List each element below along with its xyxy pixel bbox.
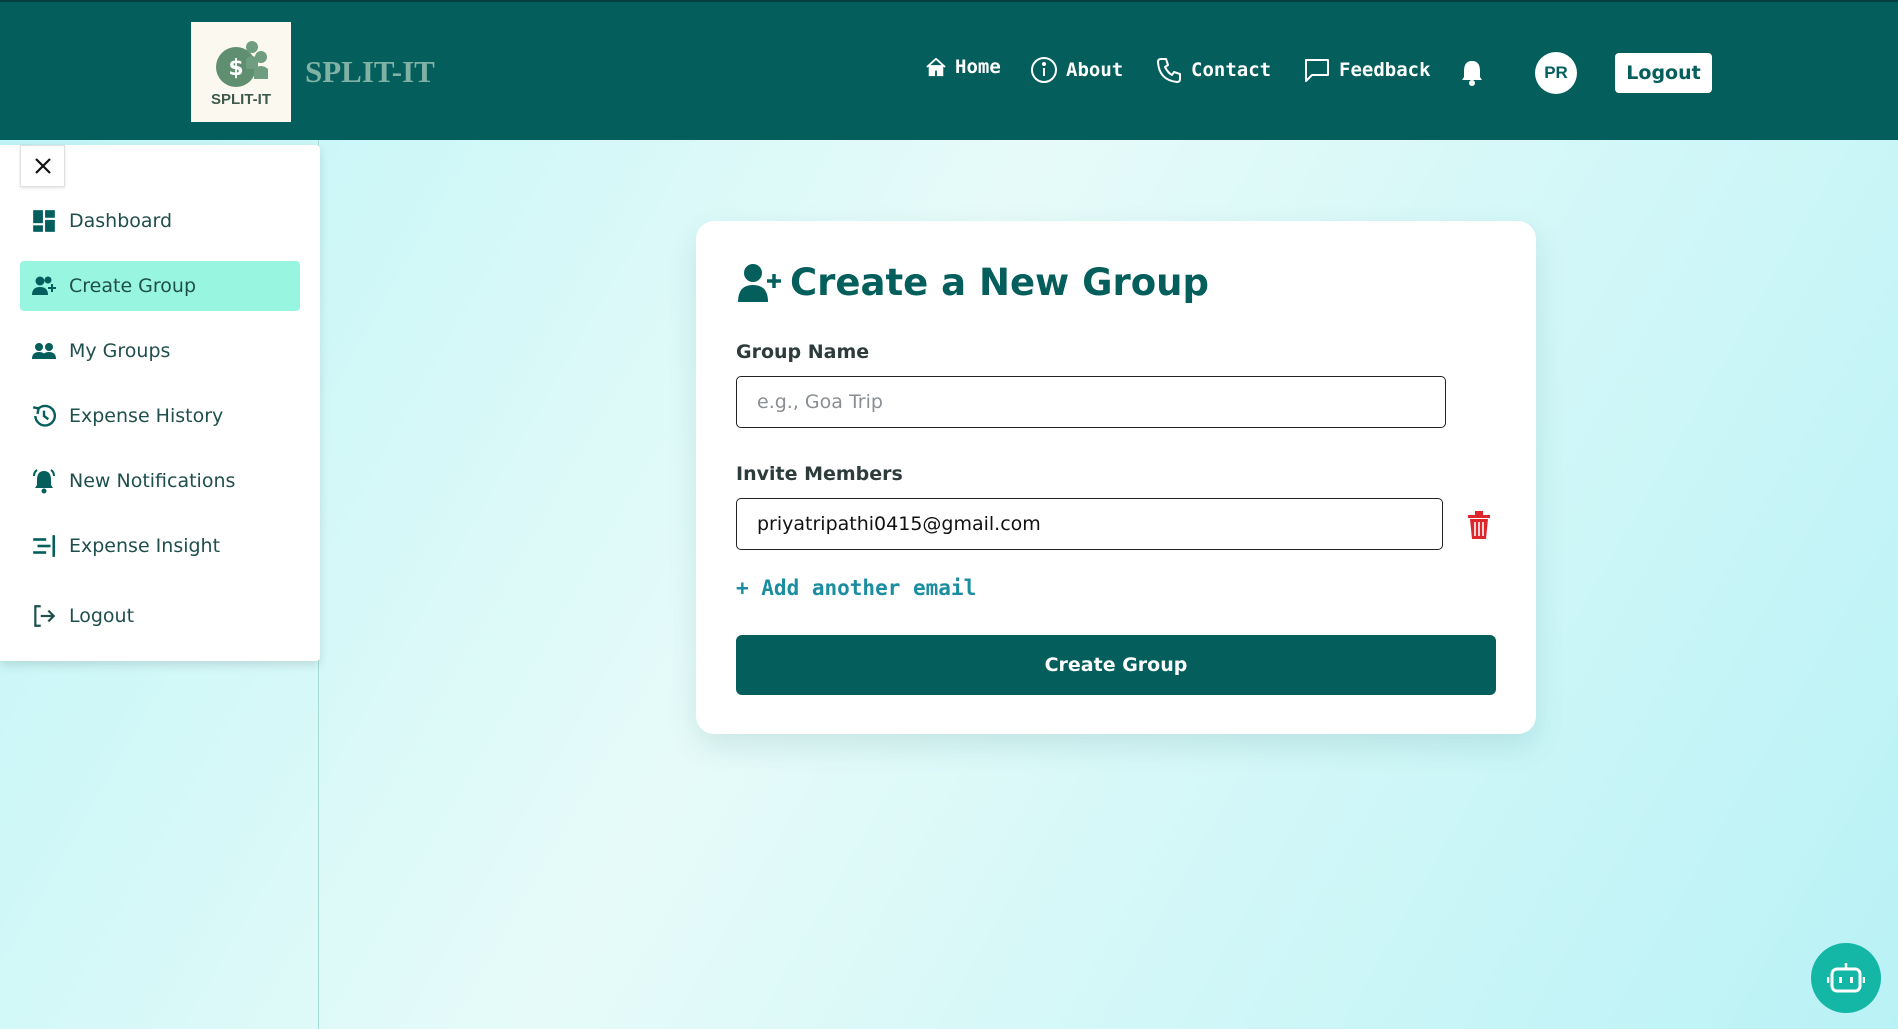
sidebar-item-dashboard[interactable]: Dashboard	[20, 196, 300, 246]
nav-home[interactable]: Home	[925, 56, 1001, 78]
header-logout-button[interactable]: Logout	[1615, 53, 1712, 93]
nav-about-label: About	[1066, 59, 1124, 81]
add-user-icon	[738, 263, 781, 302]
close-icon	[34, 158, 51, 174]
sidebar-item-label: My Groups	[69, 340, 171, 362]
create-group-button[interactable]: Create Group	[736, 635, 1496, 695]
logo-icon: $	[216, 40, 268, 87]
group-name-label: Group Name	[736, 341, 870, 363]
insight-icon	[33, 535, 56, 557]
groups-icon	[32, 343, 56, 359]
nav-feedback[interactable]: Feedback	[1303, 56, 1431, 84]
add-user-icon	[32, 276, 56, 295]
sidebar-item-label: Logout	[69, 605, 135, 627]
nav-about[interactable]: About	[1030, 56, 1123, 84]
phone-icon	[1157, 58, 1181, 83]
trash-icon	[1468, 511, 1490, 539]
bell-icon	[1462, 61, 1482, 86]
sidebar-close-button[interactable]	[20, 145, 65, 187]
app-logo[interactable]: $ SPLIT-IT	[191, 22, 291, 122]
sidebar-item-label: Expense Insight	[69, 535, 221, 557]
robot-icon	[1827, 963, 1865, 993]
nav-contact-label: Contact	[1191, 59, 1272, 81]
user-avatar[interactable]: PR	[1535, 52, 1577, 94]
sidebar: Dashboard Create Group My Groups Expense…	[0, 145, 320, 661]
sidebar-item-new-notifications[interactable]: New Notifications	[20, 456, 300, 506]
logout-icon	[34, 605, 56, 627]
chatbot-button[interactable]	[1811, 943, 1881, 1013]
delete-email-button[interactable]	[1466, 510, 1492, 545]
sidebar-item-label: Create Group	[69, 275, 197, 297]
add-email-link[interactable]: + Add another email	[736, 576, 976, 600]
create-group-card: Create a New Group Group Name e.g., Goa …	[696, 221, 1536, 734]
history-icon	[32, 404, 57, 427]
sidebar-item-label: New Notifications	[69, 470, 236, 492]
home-icon	[926, 57, 946, 77]
logo-text: SPLIT-IT	[211, 90, 271, 108]
message-icon	[1305, 59, 1329, 82]
top-header: $ SPLIT-IT SPLIT-IT Home About Contact F…	[0, 0, 1898, 140]
brand-name[interactable]: SPLIT-IT	[305, 54, 435, 90]
page-title-text: Create a New Group	[790, 261, 1209, 304]
dashboard-icon	[33, 210, 55, 232]
sidebar-item-expense-history[interactable]: Expense History	[20, 391, 300, 441]
sidebar-item-expense-insight[interactable]: Expense Insight	[20, 521, 300, 571]
notification-bell-icon	[33, 469, 55, 494]
nav-feedback-label: Feedback	[1339, 59, 1431, 81]
svg-text:$: $	[228, 56, 243, 81]
notification-bell[interactable]	[1460, 58, 1484, 91]
sidebar-item-logout[interactable]: Logout	[20, 591, 300, 641]
sidebar-item-my-groups[interactable]: My Groups	[20, 326, 300, 376]
sidebar-item-label: Expense History	[69, 405, 224, 427]
invite-members-label: Invite Members	[736, 463, 903, 485]
invite-email-field[interactable]: priyatripathi0415@gmail.com	[736, 498, 1443, 550]
nav-home-label: Home	[955, 56, 1001, 78]
sidebar-item-create-group[interactable]: Create Group	[20, 261, 300, 311]
nav-contact[interactable]: Contact	[1155, 56, 1271, 84]
group-name-input[interactable]: e.g., Goa Trip	[736, 376, 1446, 428]
page-title: Create a New Group	[736, 261, 1209, 304]
sidebar-item-label: Dashboard	[69, 210, 173, 232]
info-icon	[1031, 57, 1057, 83]
